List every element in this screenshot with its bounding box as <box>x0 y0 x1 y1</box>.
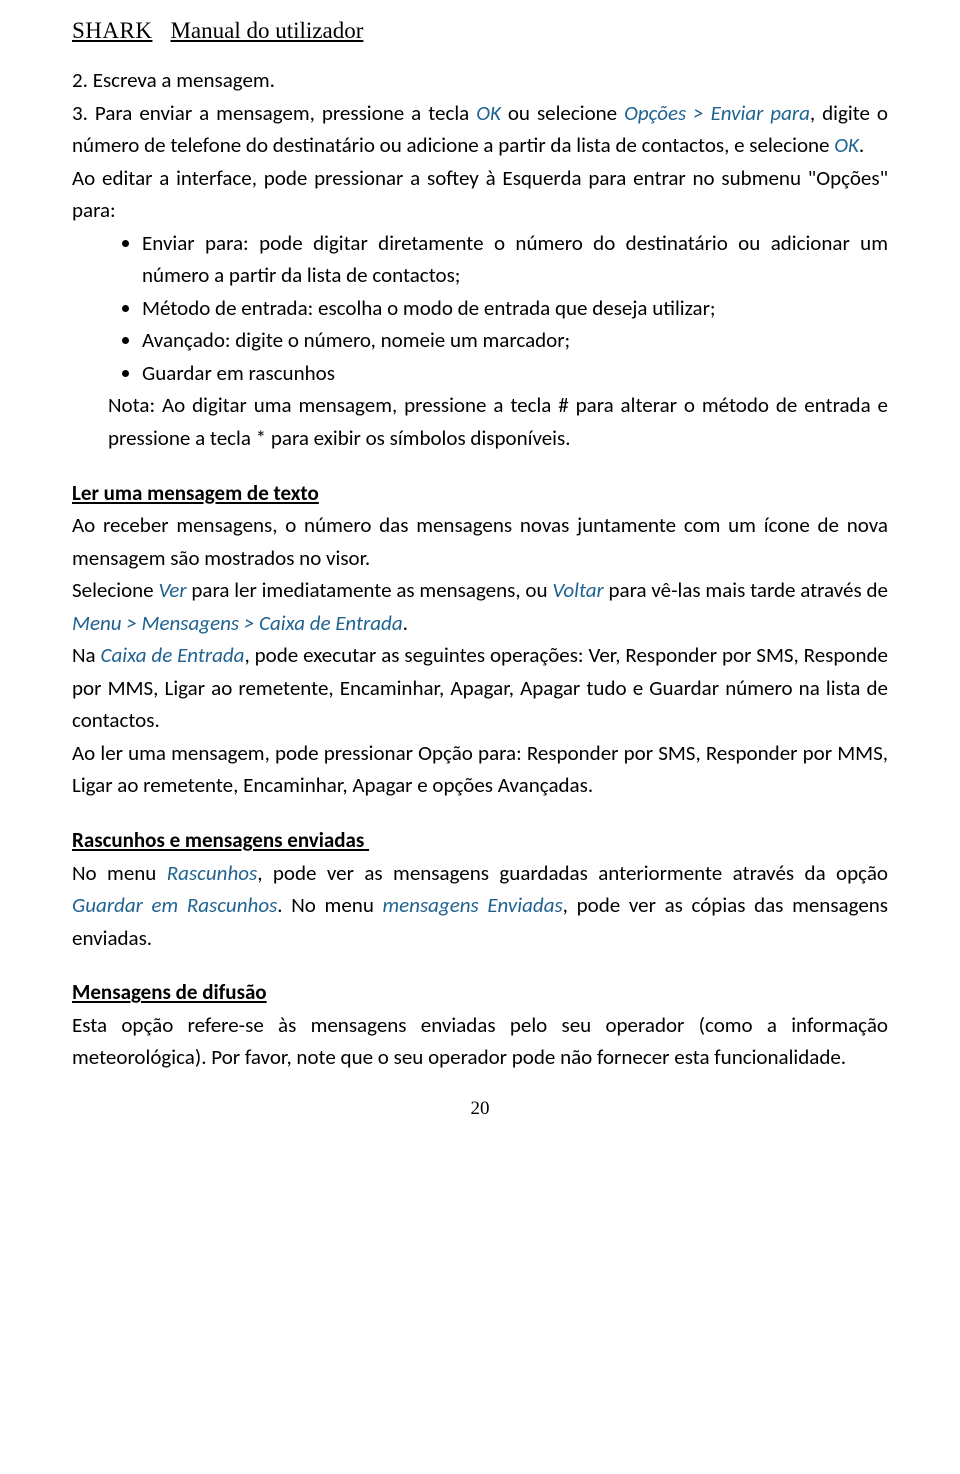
drafts-p1-c: . No menu <box>277 892 382 918</box>
read-p2: Selecione Ver para ler imediatamente as … <box>72 574 888 639</box>
rascunhos-label: Rascunhos <box>167 860 257 886</box>
step-3-text-a: 3. Para enviar a mensagem, pressione a t… <box>72 100 476 126</box>
page-number: 20 <box>72 1098 888 1120</box>
drafts-p1-b: , pode ver as mensagens guardadas anteri… <box>257 860 888 886</box>
list-item: Método de entrada: escolha o modo de ent… <box>142 292 888 325</box>
voltar-action: Voltar <box>552 577 603 603</box>
read-p1: Ao receber mensagens, o número das mensa… <box>72 509 888 574</box>
options-send-path: Opções > Enviar para <box>624 100 810 126</box>
list-item: Guardar em rascunhos <box>142 357 888 390</box>
options-list: Enviar para: pode digitar diretamente o … <box>72 227 888 390</box>
read-p2-b: para ler imediatamente as mensagens, ou <box>187 577 553 603</box>
ver-action: Ver <box>158 577 186 603</box>
section-title-drafts-text: Rascunhos e mensagens enviadas <box>72 827 364 853</box>
section-title-read: Ler uma mensagem de texto <box>72 477 888 510</box>
options-intro: Ao editar a interface, pode pressionar a… <box>72 162 888 227</box>
doc-title: Manual do utilizador <box>170 18 363 43</box>
inbox-label: Caixa de Entrada <box>101 642 245 668</box>
broadcast-p1: Esta opção refere-se às mensagens enviad… <box>72 1009 888 1074</box>
menu-path: Menu > Mensagens > Caixa de Entrada <box>72 610 403 636</box>
ok-key-2: OK <box>834 132 859 158</box>
document-page: SHARK Manual do utilizador 2. Escreva a m… <box>0 0 960 1160</box>
read-p2-c: para vê-las mais tarde através de <box>604 577 888 603</box>
enviadas-label: mensagens Enviadas <box>383 892 563 918</box>
section-title-drafts: Rascunhos e mensagens enviadas <box>72 824 888 857</box>
step-3-text-b: ou selecione <box>501 100 624 126</box>
read-p4: Ao ler uma mensagem, pode pressionar Opç… <box>72 737 888 802</box>
drafts-p1-a: No menu <box>72 860 167 886</box>
note-text: Nota: Ao digitar uma mensagem, pressione… <box>72 389 888 454</box>
read-p3: Na Caixa de Entrada, pode executar as se… <box>72 639 888 737</box>
section-title-broadcast: Mensagens de difusão <box>72 976 888 1009</box>
read-p3-a: Na <box>72 642 101 668</box>
step-2: 2. Escreva a mensagem. <box>72 64 888 97</box>
guardar-action: Guardar em Rascunhos <box>72 892 277 918</box>
brand-name: SHARK <box>72 18 152 43</box>
read-p2-d: . <box>403 610 408 636</box>
list-item: Avançado: digite o número, nomeie um mar… <box>142 324 888 357</box>
read-p2-a: Selecione <box>72 577 158 603</box>
drafts-p1: No menu Rascunhos, pode ver as mensagens… <box>72 857 888 955</box>
list-item: Enviar para: pode digitar diretamente o … <box>142 227 888 292</box>
step-3-text-d: . <box>859 132 864 158</box>
page-header: SHARK Manual do utilizador <box>72 18 888 44</box>
step-3: 3. Para enviar a mensagem, pressione a t… <box>72 97 888 162</box>
ok-key-1: OK <box>476 100 501 126</box>
